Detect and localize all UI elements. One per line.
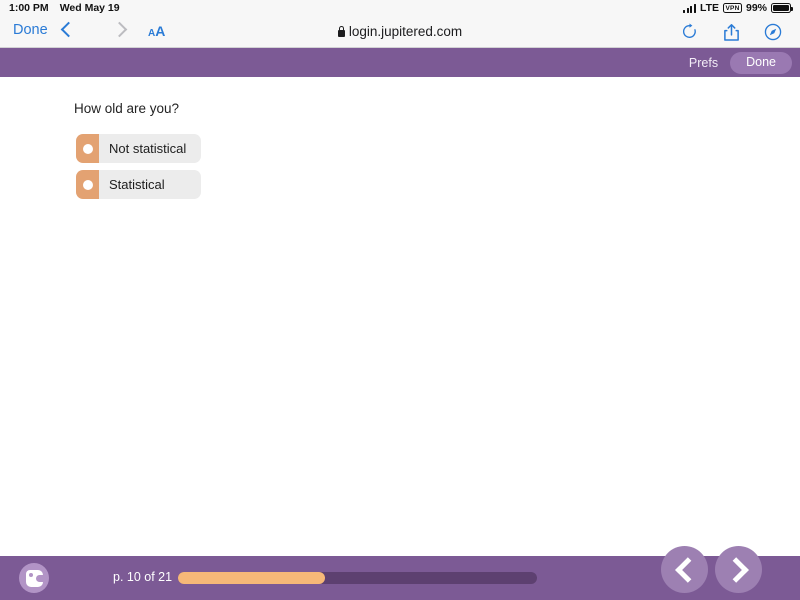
- next-page-button[interactable]: [715, 546, 762, 593]
- url-text: login.jupitered.com: [348, 24, 463, 39]
- prefs-button[interactable]: Prefs: [685, 54, 722, 72]
- answer-option[interactable]: Statistical: [76, 170, 201, 199]
- answer-option-label: Statistical: [99, 170, 201, 199]
- jupiter-ed-logo-icon[interactable]: [19, 563, 49, 593]
- answer-option-label: Not statistical: [99, 134, 201, 163]
- signal-bars-icon: [683, 3, 696, 13]
- reload-icon[interactable]: [681, 23, 698, 40]
- share-icon[interactable]: [723, 23, 740, 42]
- status-bar-left: 1:00 PM Wed May 19: [9, 2, 120, 14]
- safari-toolbar: Done AA login.jupitered.com: [0, 16, 800, 48]
- progress-bar-track: [178, 572, 537, 584]
- address-bar[interactable]: login.jupitered.com: [0, 24, 800, 39]
- battery-icon: [771, 3, 793, 13]
- screen: 1:00 PM Wed May 19 LTE VPN 99% Done AA l…: [0, 0, 800, 600]
- quiz-content: How old are you? Not statistical Statist…: [0, 77, 800, 556]
- compass-icon[interactable]: [764, 23, 782, 41]
- previous-page-button[interactable]: [661, 546, 708, 593]
- ios-status-bar: 1:00 PM Wed May 19 LTE VPN 99%: [0, 0, 800, 16]
- jupiter-ed-glyph: [25, 569, 44, 587]
- answer-options-list: Not statistical Statistical: [76, 134, 201, 206]
- status-bar-date: Wed May 19: [59, 2, 120, 14]
- carrier-label: LTE: [699, 2, 720, 14]
- radio-dot-icon: [82, 179, 93, 190]
- page-counter-label: p. 10 of 21: [113, 570, 173, 584]
- lock-icon: [337, 26, 345, 37]
- question-text: How old are you?: [74, 101, 180, 116]
- header-done-button[interactable]: Done: [730, 51, 792, 74]
- radio-button[interactable]: [76, 134, 99, 163]
- radio-dot-icon: [82, 143, 93, 154]
- status-bar-right: LTE VPN 99%: [683, 2, 793, 14]
- answer-option[interactable]: Not statistical: [76, 134, 201, 163]
- app-header-bar: Prefs Done: [0, 48, 800, 77]
- vpn-badge-icon: VPN: [723, 3, 742, 13]
- chevron-right-icon: [722, 556, 749, 583]
- progress-bar-fill: [178, 572, 326, 584]
- battery-percent-label: 99%: [745, 2, 767, 14]
- status-bar-time: 1:00 PM: [9, 2, 49, 14]
- chevron-left-icon: [674, 556, 701, 583]
- radio-button[interactable]: [76, 170, 99, 199]
